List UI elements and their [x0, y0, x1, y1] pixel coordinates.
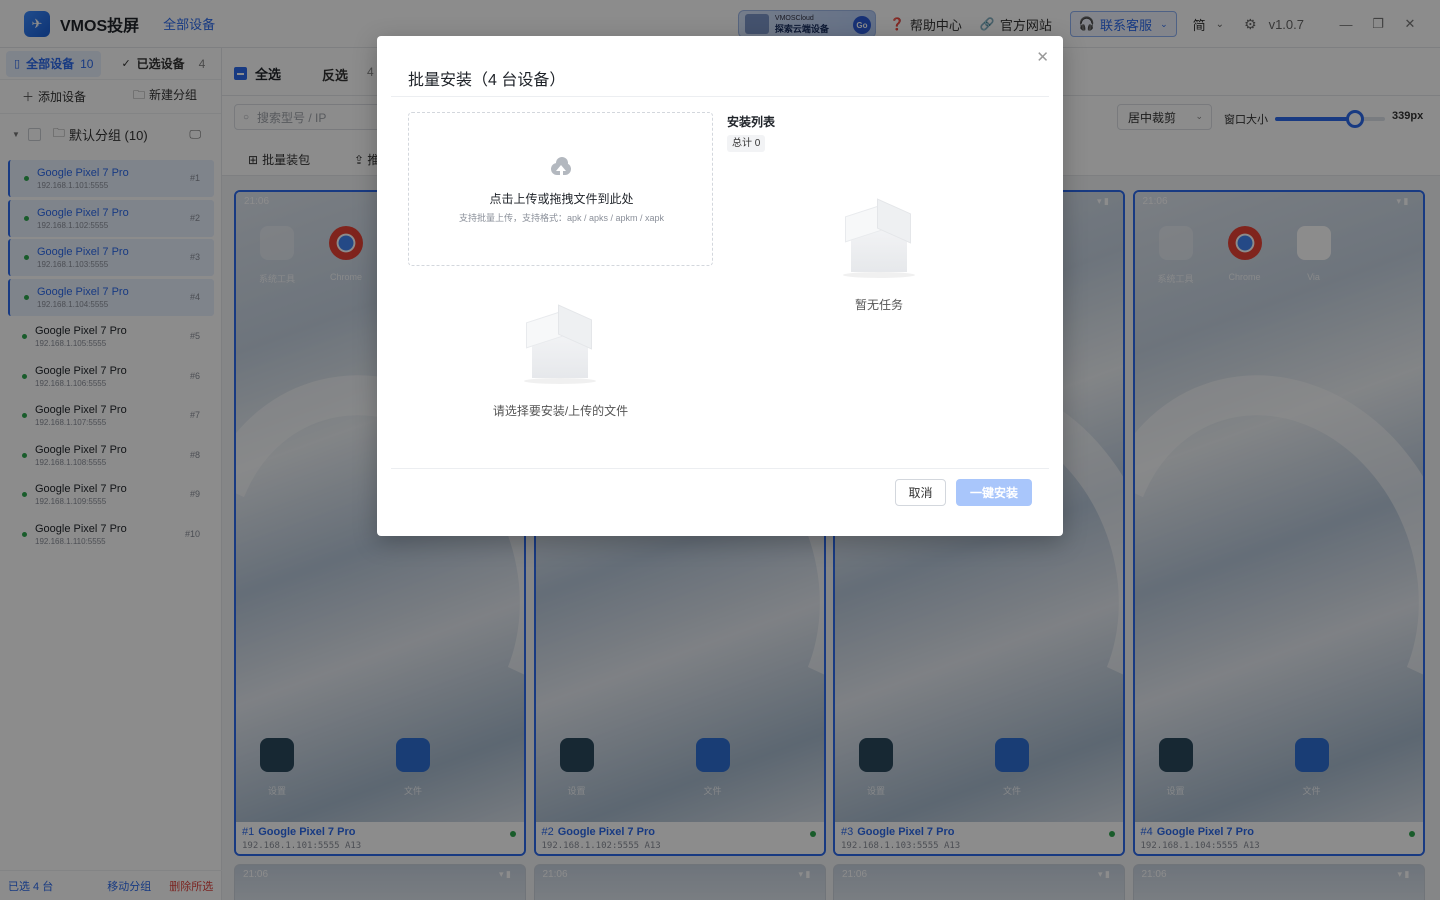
divider: [391, 96, 1049, 97]
upload-arrow-stem: [559, 170, 563, 175]
install-list-count: 总计 0: [727, 135, 766, 152]
empty-box-icon: [518, 302, 602, 386]
upload-sub-text: 支持批量上传，支持格式：apk / apks / apkm / xapk: [458, 213, 665, 223]
upload-main-text: 点击上传或拖拽文件到此处: [489, 192, 634, 206]
divider: [391, 468, 1049, 469]
batch-install-modal: 批量安装（4 台设备） ✕ 点击上传或拖拽文件到此处 支持批量上传，支持格式：a…: [377, 36, 1063, 536]
close-icon[interactable]: ✕: [1036, 48, 1049, 66]
cancel-button[interactable]: 取消: [895, 479, 946, 506]
one-click-install-button[interactable]: 一键安装: [956, 479, 1032, 506]
empty-files-text: 请选择要安装/上传的文件: [492, 404, 629, 418]
upload-dropzone[interactable]: 点击上传或拖拽文件到此处 支持批量上传，支持格式：apk / apks / ap…: [408, 112, 713, 266]
modal-title: 批量安装（4 台设备）: [408, 72, 566, 89]
empty-tasks-text: 暂无任务: [854, 298, 903, 312]
empty-box-icon: [837, 196, 921, 280]
install-list-title: 安装列表: [727, 115, 776, 129]
